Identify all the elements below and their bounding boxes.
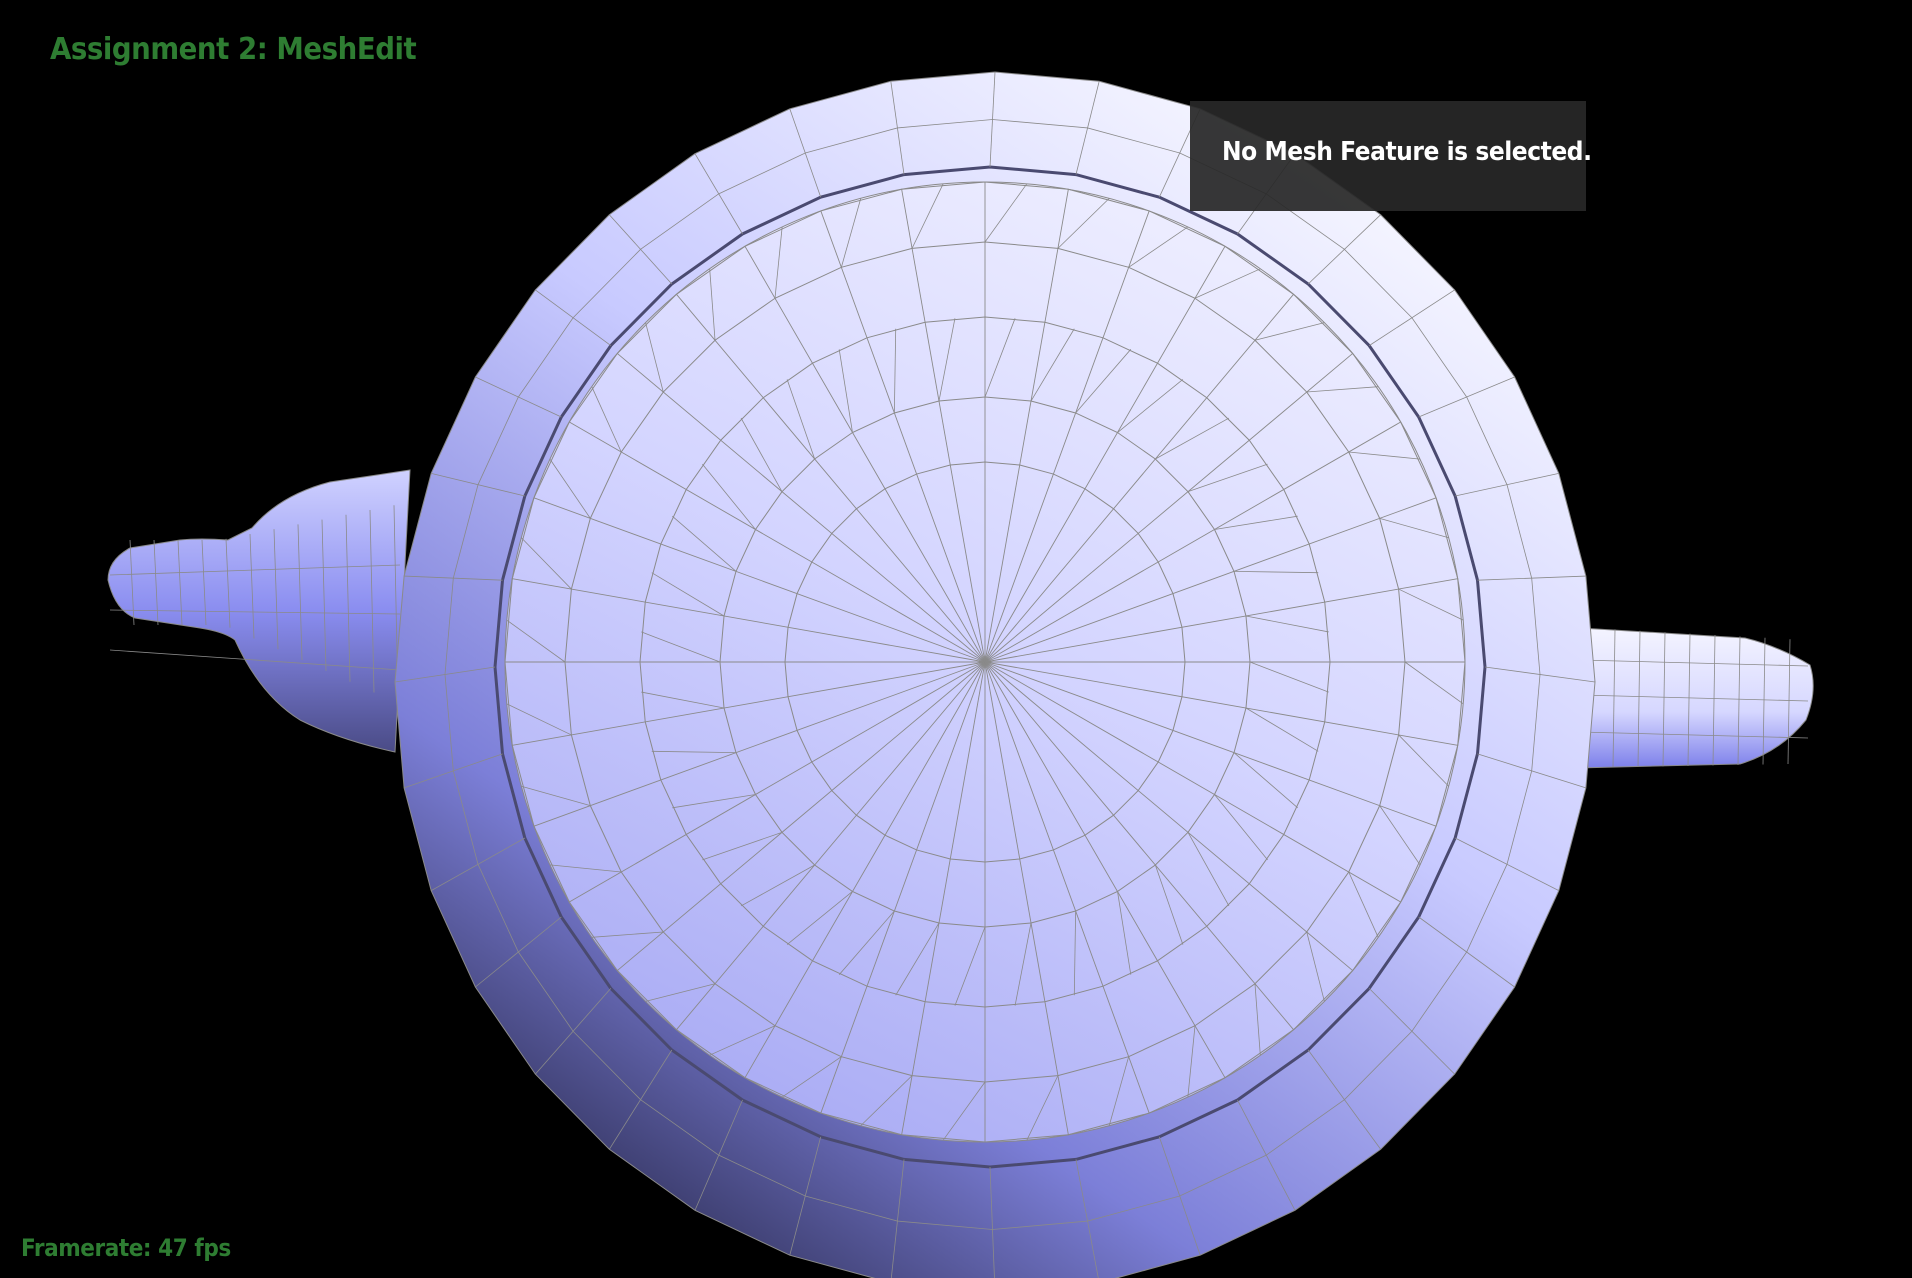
selection-status-panel: No Mesh Feature is selected. bbox=[1190, 101, 1592, 211]
spout-surface bbox=[107, 469, 411, 753]
app-title: Assignment 2: MeshEdit bbox=[50, 32, 417, 67]
teapot-mesh[interactable] bbox=[0, 0, 1912, 1278]
framerate-readout: Framerate: 47 fps bbox=[21, 1234, 231, 1262]
selection-status-text: No Mesh Feature is selected. bbox=[1222, 137, 1592, 167]
mesh-viewport[interactable]: Assignment 2: MeshEdit No Mesh Feature i… bbox=[0, 0, 1912, 1278]
